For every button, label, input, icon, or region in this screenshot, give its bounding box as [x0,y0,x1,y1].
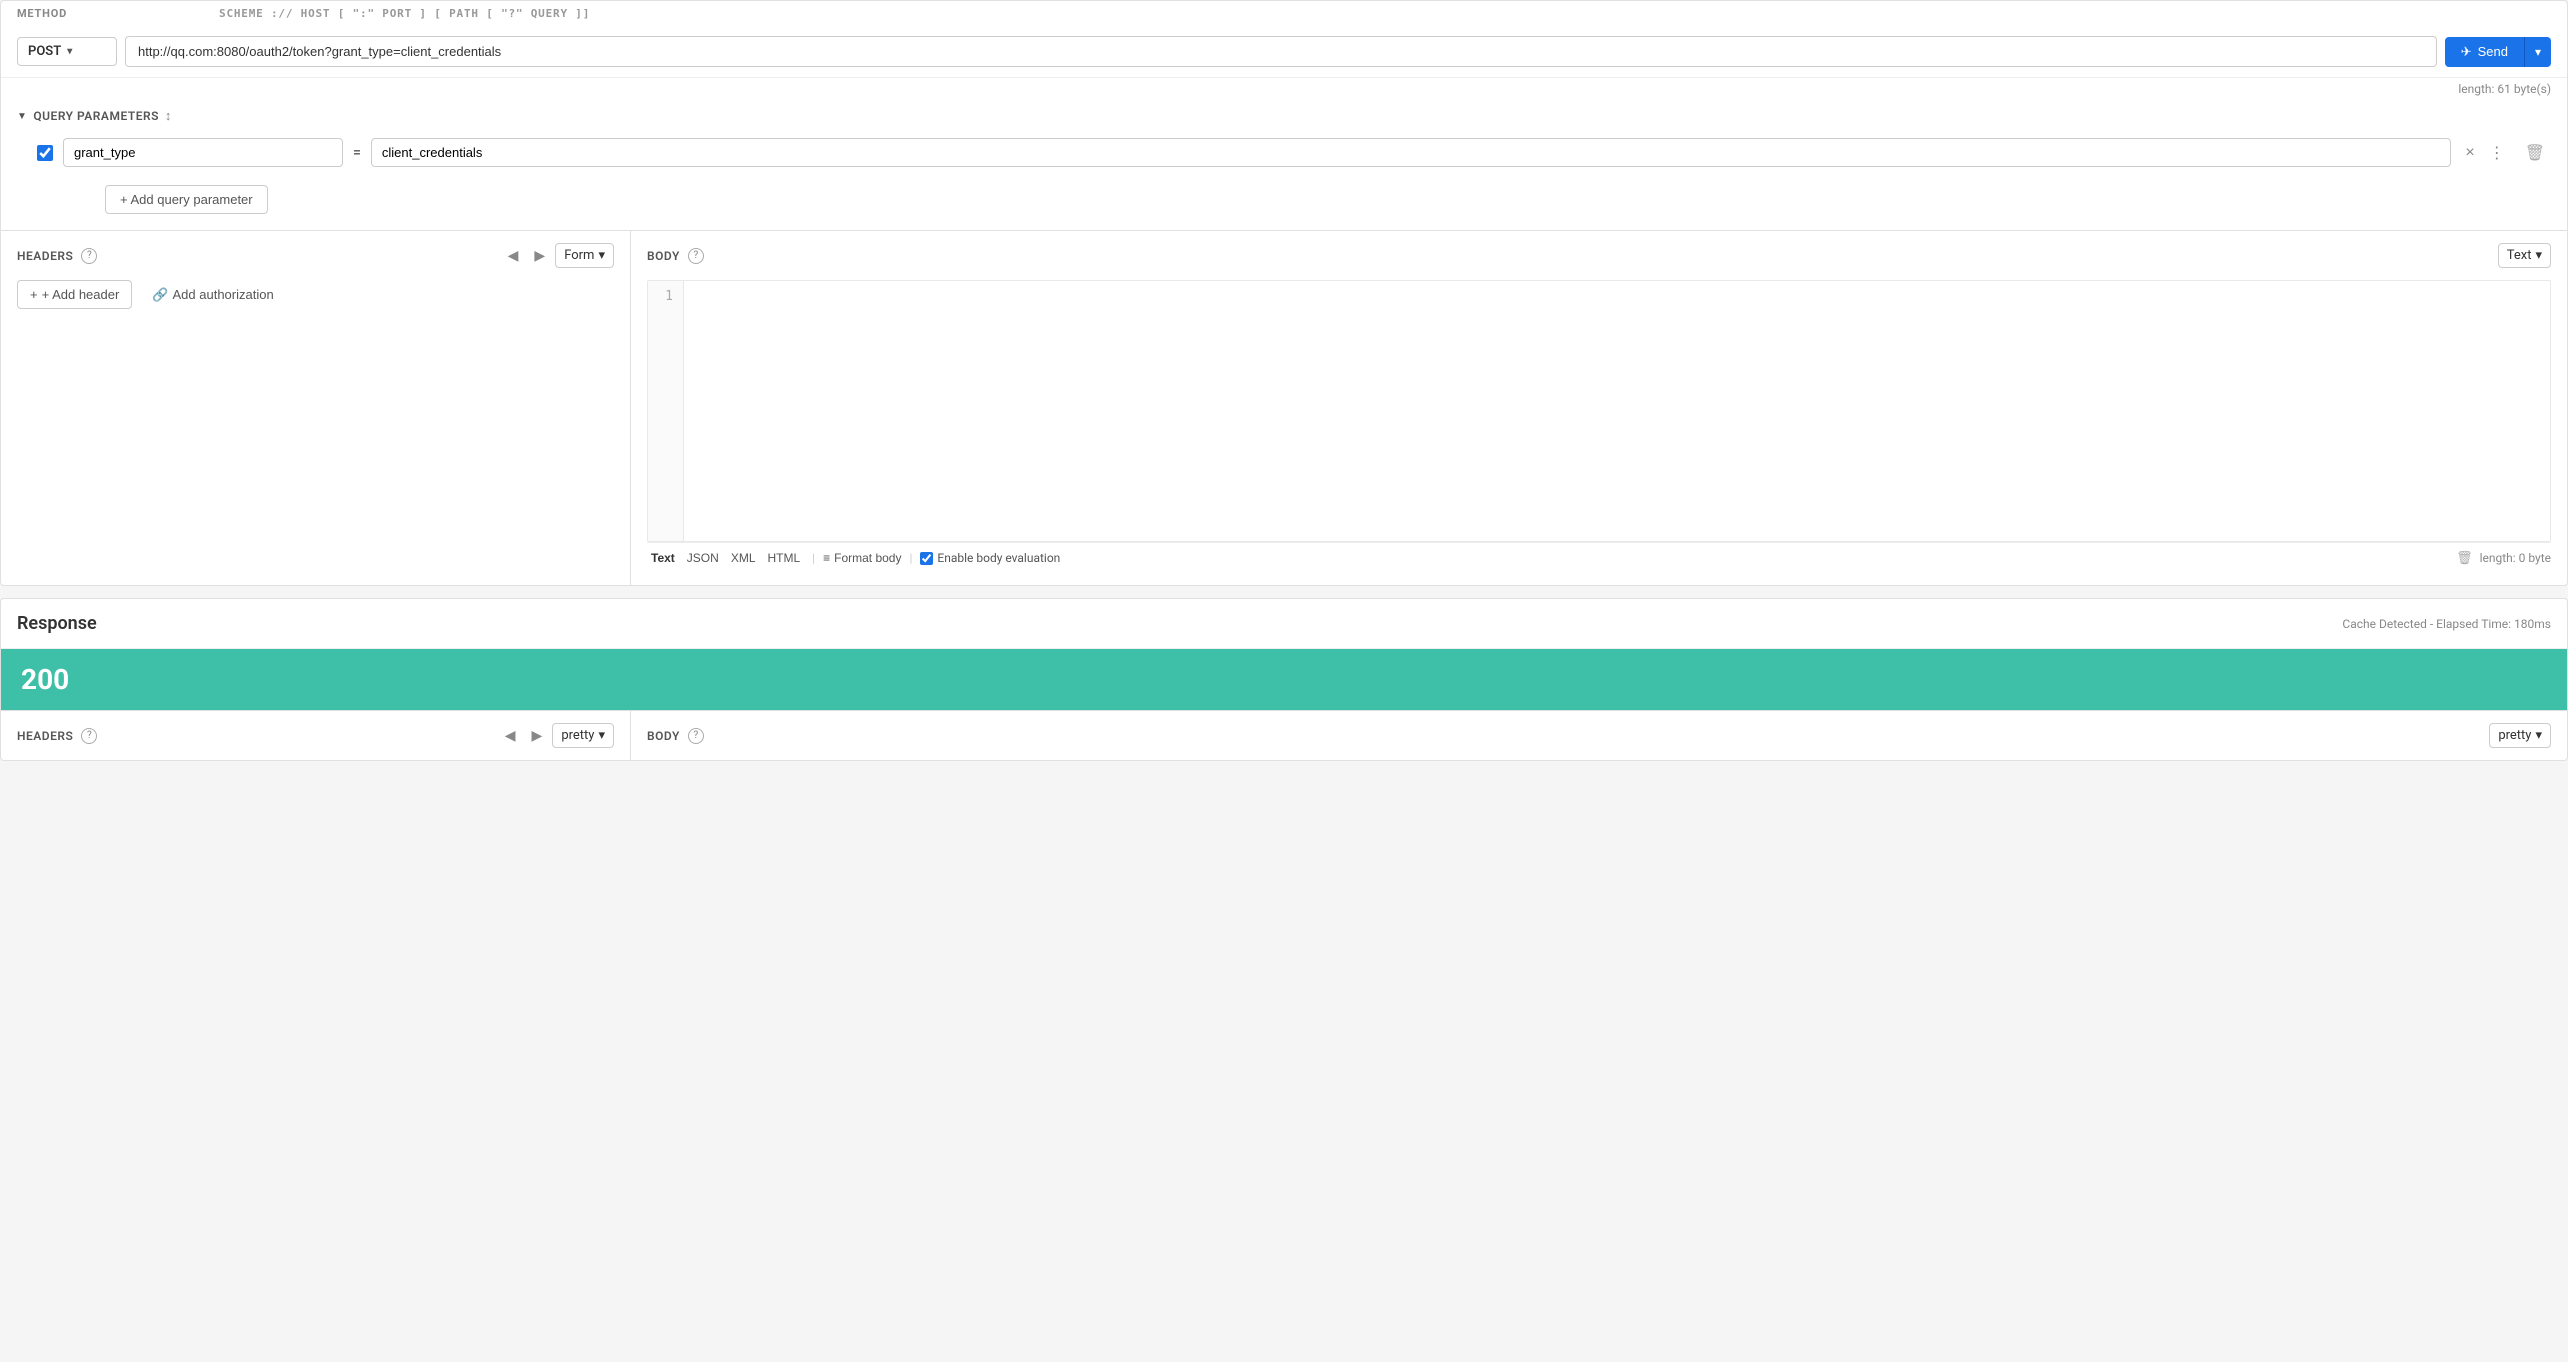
method-dropdown-arrow: ▾ [67,46,72,57]
url-length-info: length: 61 byte(s) [1,78,2567,100]
headers-format-select[interactable]: Form ▾ [555,243,614,268]
body-textarea[interactable] [684,281,2550,541]
send-dropdown-button[interactable]: ▾ [2524,37,2551,67]
param-more-button[interactable]: ⋮ [2485,141,2509,165]
body-format-label: Text [2507,248,2532,263]
response-headers-right-arrow[interactable]: ▶ [526,725,549,746]
response-header: Response Cache Detected - Elapsed Time: … [1,599,2567,649]
sort-icon: ↕ [165,108,172,124]
response-body-header: BODY ? pretty ▾ [647,723,2551,748]
body-tab-text[interactable]: Text [647,549,679,567]
method-value: POST [28,44,61,59]
header-actions: + + Add header 🔗 Add authorization [17,280,614,309]
response-headers-label: HEADERS [17,729,73,743]
query-params-section-header[interactable]: ▼ QUERY PARAMETERS ↕ [1,100,2567,132]
response-headers-format-dropdown: ▾ [598,728,605,743]
enable-eval-label: Enable body evaluation [937,551,1060,565]
send-icon: ✈ [2461,44,2472,60]
send-button-group: ✈ Send ▾ [2445,37,2551,67]
param-value-input[interactable] [371,138,2451,167]
param-clear-button[interactable]: × [2461,142,2478,164]
response-headers-pretty-select[interactable]: pretty ▾ [552,723,614,748]
separator-1: | [812,551,815,565]
headers-label: HEADERS [17,249,73,263]
add-query-param-label: + Add query parameter [120,192,253,207]
body-trash-icon[interactable]: 🗑 [2456,551,2473,566]
param-key-input[interactable] [63,138,343,167]
response-headers-header: HEADERS ? ◀ ▶ pretty ▾ [17,723,614,748]
body-format-tabs: Text JSON XML HTML [647,549,804,567]
body-format-dropdown: ▾ [2535,248,2542,263]
response-status-bar: 200 [1,649,2567,710]
method-section-label-text: METHOD [17,7,67,20]
headers-format-label: Form [564,248,594,263]
send-label: Send [2478,44,2508,59]
format-body-button[interactable]: ≡ Format body [823,551,901,565]
headers-format-dropdown: ▾ [598,248,605,263]
separator-2: | [909,551,912,565]
response-body-pretty-select[interactable]: pretty ▾ [2489,723,2551,748]
response-headers-left-arrow[interactable]: ◀ [499,725,522,746]
body-tab-json[interactable]: JSON [683,549,723,567]
body-help-icon: ? [688,248,704,264]
add-header-icon: + [30,287,38,302]
body-line-numbers: 1 [648,281,684,541]
response-headers-help-icon: ? [81,728,97,744]
query-params-label: QUERY PARAMETERS [33,109,159,123]
body-label: BODY [647,249,680,263]
format-body-icon: ≡ [823,551,830,565]
response-headers-panel: HEADERS ? ◀ ▶ pretty ▾ [1,711,631,760]
response-panels: HEADERS ? ◀ ▶ pretty ▾ BODY ? [1,710,2567,760]
headers-left-arrow[interactable]: ◀ [502,245,525,266]
response-body-format-dropdown: ▾ [2535,728,2542,743]
body-editor-wrapper: 1 [647,280,2551,542]
body-editor-inner: 1 [648,281,2550,541]
format-body-label: Format body [834,551,901,565]
param-delete-button[interactable]: 🗑 [2519,141,2551,165]
method-select[interactable]: POST ▾ [17,37,117,66]
response-body-format-label: pretty [2498,728,2531,743]
add-auth-icon: 🔗 [152,287,168,303]
body-tab-html[interactable]: HTML [764,549,805,567]
body-tab-xml[interactable]: XML [727,549,760,567]
url-input[interactable] [125,36,2437,67]
response-body-label: BODY [647,729,680,743]
response-body-help-icon: ? [688,728,704,744]
headers-help-icon: ? [81,248,97,264]
param-checkbox[interactable] [37,145,53,161]
scheme-hint-label: SCHEME :// HOST [ ":" PORT ] [ PATH [ "?… [219,7,590,20]
send-button[interactable]: ✈ Send [2445,37,2524,67]
add-query-param-button[interactable]: + Add query parameter [105,185,268,214]
body-length-info: 🗑 length: 0 byte [2456,551,2551,566]
add-header-label: + Add header [42,287,120,302]
add-auth-label: Add authorization [173,287,274,302]
response-meta: Cache Detected - Elapsed Time: 180ms [2342,617,2551,631]
enable-eval-checkbox-label[interactable]: Enable body evaluation [920,551,1060,565]
response-headers-format-label: pretty [561,728,594,743]
send-dropdown-arrow: ▾ [2535,45,2541,59]
response-status-code: 200 [21,663,69,696]
response-body-panel: BODY ? pretty ▾ [631,711,2567,760]
headers-right-arrow[interactable]: ▶ [528,245,551,266]
body-format-select[interactable]: Text ▾ [2498,243,2551,268]
body-bottom-bar: Text JSON XML HTML | ≡ Format body | Ena… [647,542,2551,573]
param-equals: = [353,145,361,161]
line-number-1: 1 [658,289,673,304]
add-authorization-button[interactable]: 🔗 Add authorization [140,281,285,309]
param-actions: × ⋮ [2461,141,2508,165]
query-params-collapse-arrow: ▼ [17,111,27,122]
add-header-button[interactable]: + + Add header [17,280,132,309]
enable-eval-checkbox[interactable] [920,552,933,565]
response-title: Response [17,613,97,634]
query-param-row: = × ⋮ 🗑 [1,132,2567,173]
